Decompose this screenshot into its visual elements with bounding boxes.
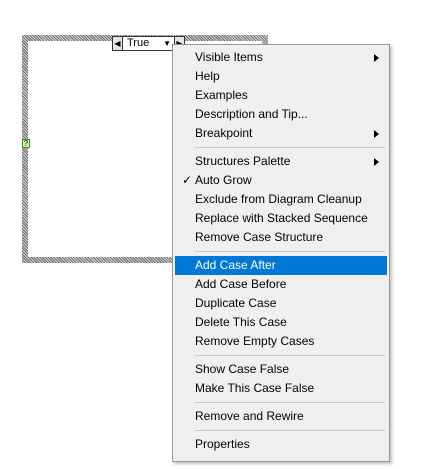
menu-item-auto-grow[interactable]: ✓ Auto Grow: [175, 171, 387, 190]
menu-item-label: Remove Case Structure: [195, 230, 324, 244]
menu-item-label: Remove Empty Cases: [195, 334, 315, 348]
menu-item-make-this-case-false[interactable]: Make This Case False: [175, 379, 387, 398]
case-selector-value: True: [127, 37, 150, 49]
menu-item-label: Duplicate Case: [195, 296, 277, 310]
menu-item-label: Add Case Before: [195, 277, 287, 291]
menu-item-label: Remove and Rewire: [195, 409, 304, 423]
menu-item-show-case-false[interactable]: Show Case False: [175, 360, 387, 379]
menu-item-label: Add Case After: [195, 258, 276, 272]
menu-item-exclude-from-diagram-cleanup[interactable]: Exclude from Diagram Cleanup: [175, 190, 387, 209]
menu-item-label: Examples: [195, 88, 248, 102]
menu-item-label: Description and Tip...: [195, 107, 308, 121]
previous-case-icon[interactable]: ◀: [113, 37, 123, 50]
menu-item-add-case-after[interactable]: Add Case After: [175, 256, 387, 275]
menu-separator: [195, 430, 385, 431]
menu-separator: [195, 251, 385, 252]
menu-item-breakpoint[interactable]: Breakpoint: [175, 124, 387, 143]
menu-item-duplicate-case[interactable]: Duplicate Case: [175, 294, 387, 313]
menu-item-structures-palette[interactable]: Structures Palette: [175, 152, 387, 171]
menu-item-label: Help: [195, 69, 220, 83]
block-diagram-canvas[interactable]: ◀ True ▼ ▶ ? Visible Items Help Examples…: [0, 0, 432, 469]
menu-item-examples[interactable]: Examples: [175, 86, 387, 105]
menu-item-remove-and-rewire[interactable]: Remove and Rewire: [175, 407, 387, 426]
menu-item-label: Delete This Case: [195, 315, 287, 329]
menu-item-add-case-before[interactable]: Add Case Before: [175, 275, 387, 294]
menu-item-label: Replace with Stacked Sequence: [195, 211, 368, 225]
menu-item-label: Properties: [195, 437, 250, 451]
menu-item-label: Show Case False: [195, 362, 290, 376]
dropdown-arrow-icon[interactable]: ▼: [163, 37, 171, 50]
context-menu: Visible Items Help Examples Description …: [172, 44, 390, 462]
menu-item-label: Breakpoint: [195, 126, 253, 140]
menu-item-description-and-tip[interactable]: Description and Tip...: [175, 105, 387, 124]
submenu-arrow-icon: [374, 130, 379, 138]
menu-item-delete-this-case[interactable]: Delete This Case: [175, 313, 387, 332]
submenu-arrow-icon: [374, 54, 379, 62]
checkmark-icon: ✓: [182, 173, 193, 187]
case-selector-terminal[interactable]: ?: [22, 139, 30, 148]
menu-separator: [195, 355, 385, 356]
menu-item-label: Auto Grow: [195, 173, 252, 187]
menu-item-label: Exclude from Diagram Cleanup: [195, 192, 362, 206]
menu-item-label: Make This Case False: [195, 381, 315, 395]
menu-item-remove-case-structure[interactable]: Remove Case Structure: [175, 228, 387, 247]
case-selector-value-box[interactable]: True ▼: [123, 37, 174, 50]
menu-item-label: Visible Items: [195, 50, 263, 64]
menu-item-replace-with-stacked-sequence[interactable]: Replace with Stacked Sequence: [175, 209, 387, 228]
menu-item-remove-empty-cases[interactable]: Remove Empty Cases: [175, 332, 387, 351]
menu-item-label: Structures Palette: [195, 154, 291, 168]
menu-separator: [195, 402, 385, 403]
menu-separator: [195, 147, 385, 148]
menu-item-help[interactable]: Help: [175, 67, 387, 86]
submenu-arrow-icon: [374, 158, 379, 166]
menu-item-properties[interactable]: Properties: [175, 435, 387, 454]
menu-item-visible-items[interactable]: Visible Items: [175, 48, 387, 67]
